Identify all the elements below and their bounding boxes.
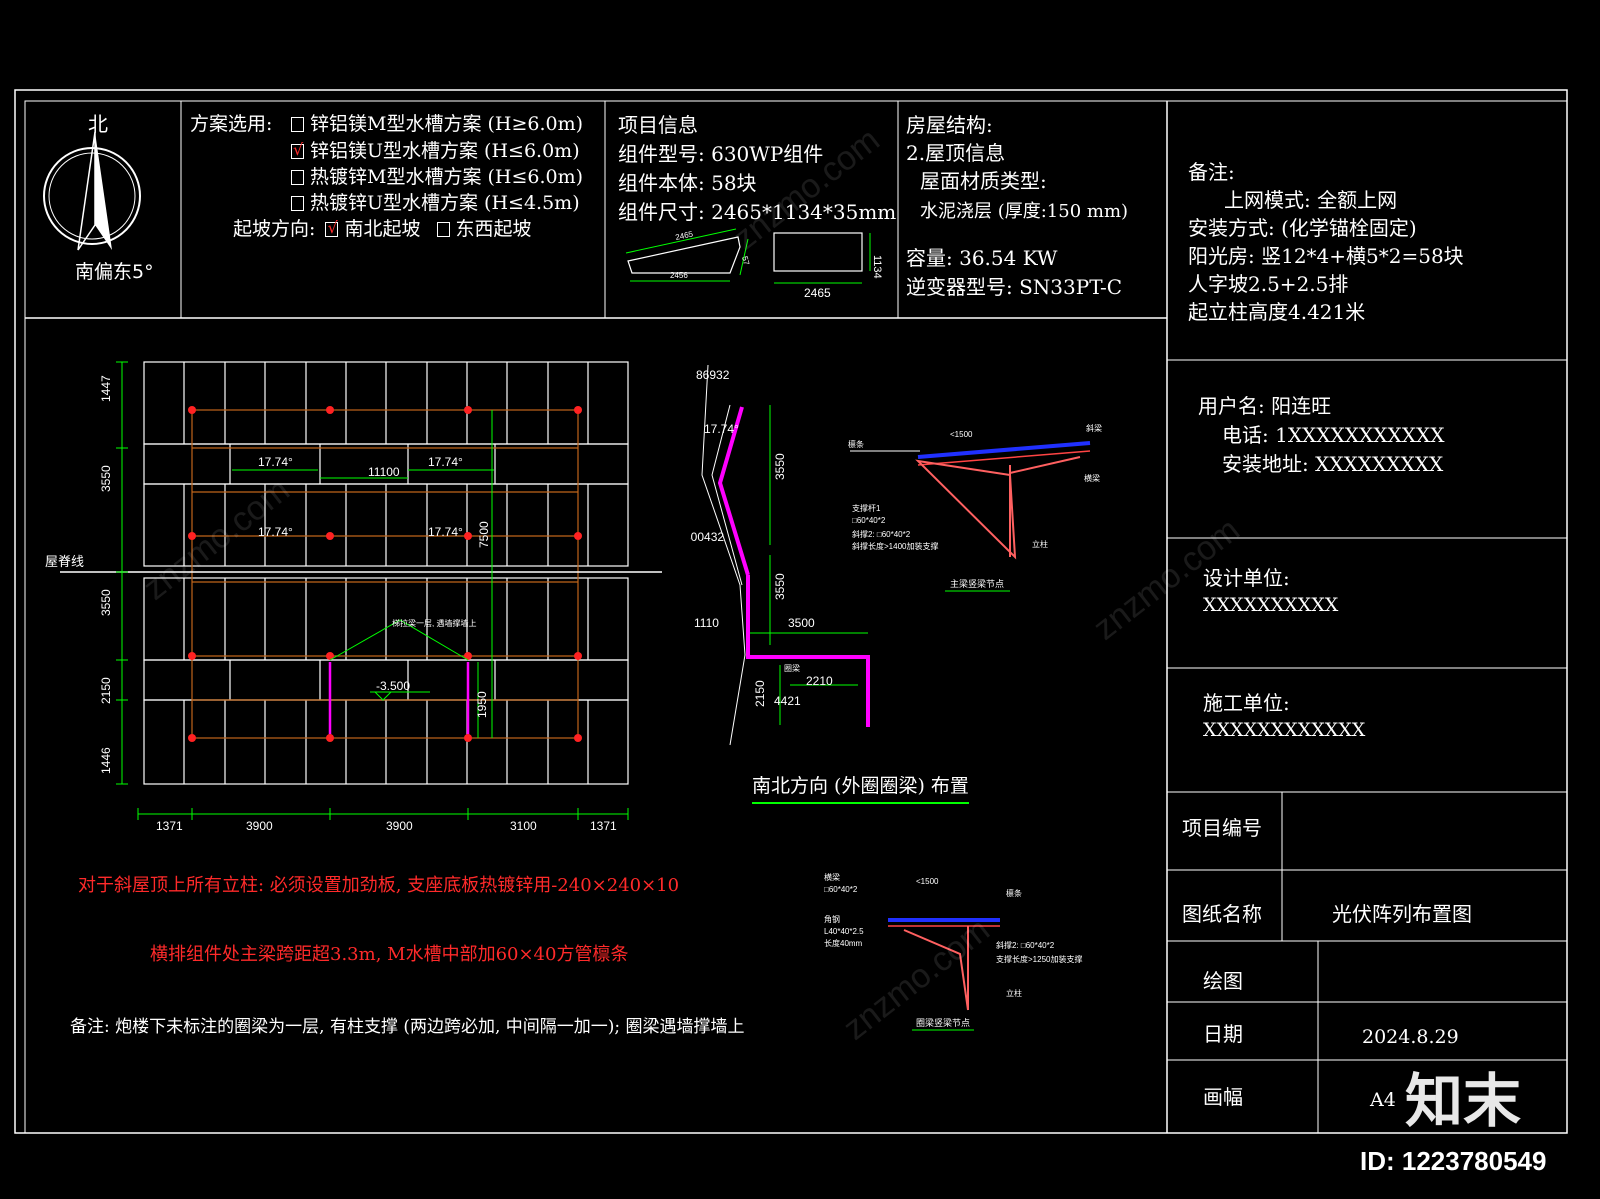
user-name: 用户名: 阳连旺 bbox=[1198, 394, 1332, 418]
detail2-label-cross-beam: 横梁 bbox=[824, 872, 840, 882]
brand-logo: 知末 bbox=[1405, 1069, 1522, 1134]
plan-dim-left-3: 3550 bbox=[99, 589, 113, 616]
plan-angle-2: 17.74° bbox=[428, 455, 463, 469]
detail2-label-column: 立柱 bbox=[1006, 988, 1022, 998]
notes-line-3: 阳光房: 竖12*4+横5*2=58块 bbox=[1188, 244, 1464, 268]
warning-line-1: 对于斜屋顶上所有立柱: 必须设置加劲板, 支座底板热镀锌用-240×240×10 bbox=[78, 875, 680, 896]
detail2-label-purlin: 檩条 bbox=[1006, 888, 1022, 898]
detail1-label-brace2: 斜撑2: □60*40*2 bbox=[852, 529, 911, 539]
detail2-label-span: <1500 bbox=[916, 877, 939, 886]
notes-line-1: 上网模式: 全额上网 bbox=[1224, 188, 1398, 212]
ridge-label: 屋脊线 bbox=[45, 554, 84, 569]
section-title: 南北方向 (外圈圈梁) 布置 bbox=[752, 771, 969, 804]
detail2-label-length: 长度40mm bbox=[824, 938, 863, 948]
notes-title: 备注: bbox=[1188, 160, 1235, 184]
design-unit-value: XXXXXXXXXX bbox=[1203, 594, 1339, 616]
section-dim-6: 1110 bbox=[694, 616, 719, 630]
plan-right-dim: 7500 bbox=[477, 521, 491, 548]
sheet-label: 画幅 bbox=[1203, 1085, 1243, 1109]
drawing-name: 光伏阵列布置图 bbox=[1332, 902, 1472, 926]
main-beam-detail: 檩条 <1500 斜梁 横梁 支撑杆1 □60*40*2 斜撑2: □60*40… bbox=[848, 423, 1102, 592]
detail1-label-cross-beam: 横梁 bbox=[1084, 473, 1100, 483]
detail2-label-brace-note: 支撑长度>1250加装支撑 bbox=[996, 954, 1082, 964]
detail1-label-column: 立柱 bbox=[1032, 539, 1048, 549]
plan-dim-left-5: 1446 bbox=[99, 747, 113, 774]
plan-angle-3: 17.74° bbox=[258, 525, 293, 539]
detail1-label-span: <1500 bbox=[950, 430, 973, 439]
date-label: 日期 bbox=[1203, 1022, 1243, 1046]
plan-inner-dim: 1950 bbox=[475, 691, 489, 718]
plan-dim-bottom-4: 3100 bbox=[510, 819, 537, 833]
plan-dim-bottom-3: 3900 bbox=[386, 819, 413, 833]
beam-note: 备注: 炮楼下未标注的圈梁为一层, 有柱支撑 (两边跨必加, 中间隔一加一); … bbox=[70, 1017, 745, 1037]
detail1-label-purlin: 檩条 bbox=[848, 439, 864, 449]
section-dim-7: 3500 bbox=[788, 616, 815, 630]
dimension-lines bbox=[116, 361, 629, 820]
detail2-title: 圈梁竖梁节点 bbox=[916, 1017, 970, 1028]
section-dim-1: 86932 bbox=[696, 368, 730, 382]
plan-span: 11100 bbox=[368, 465, 400, 479]
plan-level: -3.500 bbox=[376, 679, 410, 693]
warning-line-2: 横排组件处主梁跨距超3.3m, M水槽中部加60×40方管檩条 bbox=[150, 944, 629, 965]
design-unit-label: 设计单位: bbox=[1203, 566, 1290, 590]
plan-dim-bottom-5: 1371 bbox=[590, 819, 617, 833]
project-no-label: 项目编号 bbox=[1182, 816, 1262, 840]
detail1-label-slant-beam: 斜梁 bbox=[1086, 423, 1102, 433]
section-beam-label: 圈梁 bbox=[784, 664, 800, 673]
detail2-label-size: □60*40*2 bbox=[824, 885, 858, 894]
plan-dim-left-1: 1447 bbox=[99, 375, 113, 402]
plan-angle-1: 17.74° bbox=[258, 455, 293, 469]
detail1-label-brace-note: 斜撑长度>1400加装支撑 bbox=[852, 541, 938, 551]
section-dim-5: 3550 bbox=[773, 573, 787, 600]
section-dim-9: 4421 bbox=[774, 694, 801, 708]
user-address: 安装地址: XXXXXXXXX bbox=[1222, 452, 1444, 476]
plan-beam-note: 梯拉梁一层, 遇墙撑墙上 bbox=[392, 618, 476, 628]
notes-line-5: 起立柱高度4.421米 bbox=[1188, 300, 1366, 324]
build-unit-label: 施工单位: bbox=[1203, 691, 1290, 715]
ring-beam-detail: 横梁 □60*40*2 <1500 檩条 角钢 L40*40*2.5 长度40m… bbox=[824, 872, 1082, 1031]
detail1-label-brace1: 支撑杆1 bbox=[852, 503, 881, 513]
detail2-label-angle: 角钢 bbox=[824, 914, 840, 924]
plan-dim-left-2: 3550 bbox=[99, 465, 113, 492]
plan-dim-left-4: 2150 bbox=[99, 677, 113, 704]
detail2-label-brace2: 斜撑2: □60*40*2 bbox=[996, 940, 1055, 950]
date-value: 2024.8.29 bbox=[1362, 1026, 1459, 1048]
section-dim-4: 800432 bbox=[690, 530, 724, 544]
section-dim-8: 2150 bbox=[753, 680, 767, 707]
drawn-label: 绘图 bbox=[1203, 969, 1243, 993]
plan-dim-bottom-2: 3900 bbox=[246, 819, 273, 833]
brand-id: ID: 1223780549 bbox=[1360, 1146, 1547, 1176]
detail2-label-angle-size: L40*40*2.5 bbox=[824, 927, 864, 936]
detail1-title: 主梁竖梁节点 bbox=[950, 578, 1004, 589]
plan-angle-4: 17.74° bbox=[428, 525, 463, 539]
section-dim-2: 17.74° bbox=[704, 422, 739, 436]
notes-line-2: 安装方式: (化学锚栓固定) bbox=[1188, 216, 1417, 240]
user-phone: 电话: 1XXXXXXXXXXX bbox=[1222, 423, 1445, 447]
section-dim-10: 2210 bbox=[806, 674, 833, 688]
notes-line-4: 人字坡2.5+2.5排 bbox=[1188, 272, 1349, 296]
sheet-value: A4 bbox=[1370, 1089, 1396, 1111]
drawing-name-label: 图纸名称 bbox=[1182, 902, 1262, 926]
section-dim-3: 3550 bbox=[773, 453, 787, 480]
plan-dim-bottom-1: 1371 bbox=[156, 819, 183, 833]
detail1-label-brace1-size: □60*40*2 bbox=[852, 516, 886, 525]
build-unit-value: XXXXXXXXXXXX bbox=[1203, 719, 1366, 741]
module-grid bbox=[143, 361, 629, 785]
